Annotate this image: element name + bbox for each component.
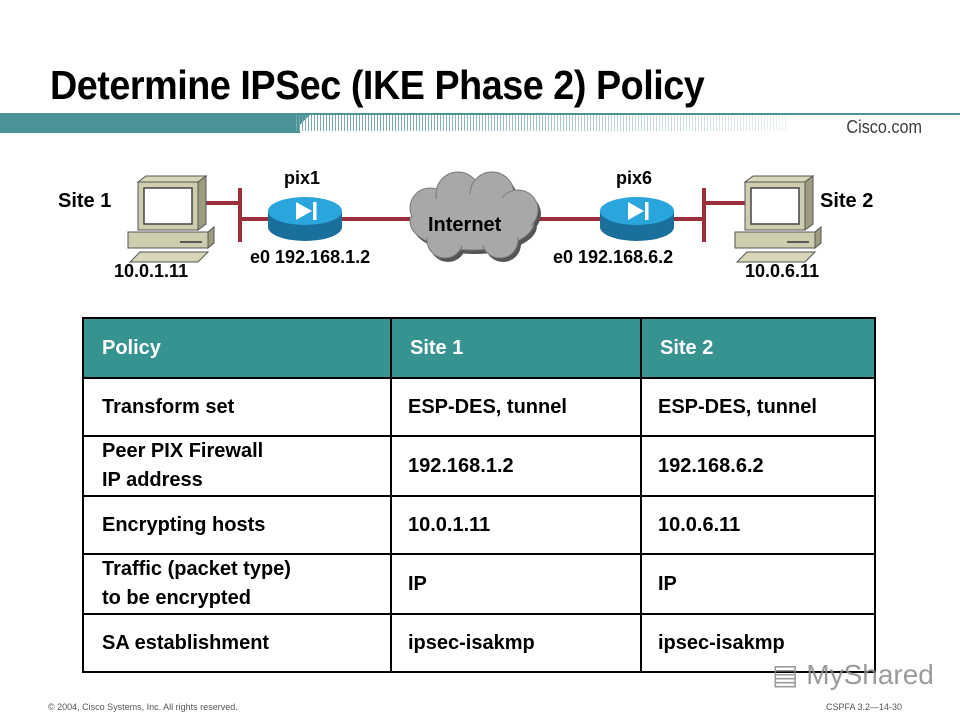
network-diagram: Site 1 10.0.1.11 pix1 e0 192.168.1.2 Int… (0, 150, 960, 290)
table-row: SA establishment ipsec-isakmp ipsec-isak… (82, 613, 876, 673)
pix1-interface: e0 192.168.1.2 (250, 247, 371, 267)
policy-cell: Encrypting hosts (82, 495, 392, 555)
banner-solid-bar (0, 113, 300, 133)
site1-cell: IP (390, 553, 642, 615)
site2-host-ip: 10.0.6.11 (745, 261, 820, 281)
firewall-icon-pix1 (268, 197, 342, 241)
policy-cell: Transform set (82, 377, 392, 437)
presentation-icon: ▤ (772, 659, 799, 690)
banner-stripes (296, 115, 786, 131)
site1-cell: ipsec-isakmp (390, 613, 642, 673)
watermark: ▤ MyShared (772, 658, 934, 691)
pc-icon-site2 (734, 175, 822, 263)
table-header-row: Policy Site 1 Site 2 (82, 317, 876, 379)
site2-cell: 10.0.6.11 (640, 495, 876, 555)
policy-cell: Peer PIX Firewall IP address (82, 435, 392, 497)
policy-cell-line2: IP address (102, 469, 203, 491)
banner-line (300, 113, 960, 115)
site1-cell: ESP-DES, tunnel (390, 377, 642, 437)
pix6-interface: e0 192.168.6.2 (553, 247, 674, 267)
site1-host-ip: 10.0.1.11 (114, 261, 189, 281)
firewall-icon-pix6 (600, 197, 674, 241)
site2-label: Site 2 (820, 190, 874, 212)
policy-cell: Traffic (packet type) to be encrypted (82, 553, 392, 615)
header-policy: Policy (82, 317, 392, 379)
site1-cell: 10.0.1.11 (390, 495, 642, 555)
site2-cell: 192.168.6.2 (640, 435, 876, 497)
copyright-footer: © 2004, Cisco Systems, Inc. All rights r… (48, 702, 238, 712)
cisco-brand: Cisco.com (846, 117, 922, 137)
header-banner (0, 113, 960, 135)
table-row: Peer PIX Firewall IP address 192.168.1.2… (82, 435, 876, 497)
site2-cell: ESP-DES, tunnel (640, 377, 876, 437)
header-site1: Site 1 (390, 317, 642, 379)
internet-label: Internet (428, 214, 502, 236)
site2-cell: IP (640, 553, 876, 615)
policy-cell: SA establishment (82, 613, 392, 673)
policy-cell-line2: to be encrypted (102, 587, 251, 609)
pc-icon-site1 (127, 175, 215, 263)
policy-cell-line1: Peer PIX Firewall (102, 440, 264, 462)
watermark-text: MyShared (806, 659, 934, 690)
table-row: Encrypting hosts 10.0.1.11 10.0.6.11 (82, 495, 876, 555)
header-site2: Site 2 (640, 317, 876, 379)
site1-label: Site 1 (58, 190, 112, 212)
table-row: Traffic (packet type) to be encrypted IP… (82, 553, 876, 615)
policy-cell-line1: Traffic (packet type) (102, 558, 291, 580)
slide-code-footer: CSPFA 3.2—14-30 (825, 702, 902, 712)
slide-title: Determine IPSec (IKE Phase 2) Policy (50, 62, 705, 108)
site1-cell: 192.168.1.2 (390, 435, 642, 497)
pix1-label: pix1 (284, 168, 321, 188)
policy-table: Policy Site 1 Site 2 Transform set ESP-D… (82, 317, 876, 673)
table-row: Transform set ESP-DES, tunnel ESP-DES, t… (82, 377, 876, 437)
pix6-label: pix6 (616, 168, 653, 188)
